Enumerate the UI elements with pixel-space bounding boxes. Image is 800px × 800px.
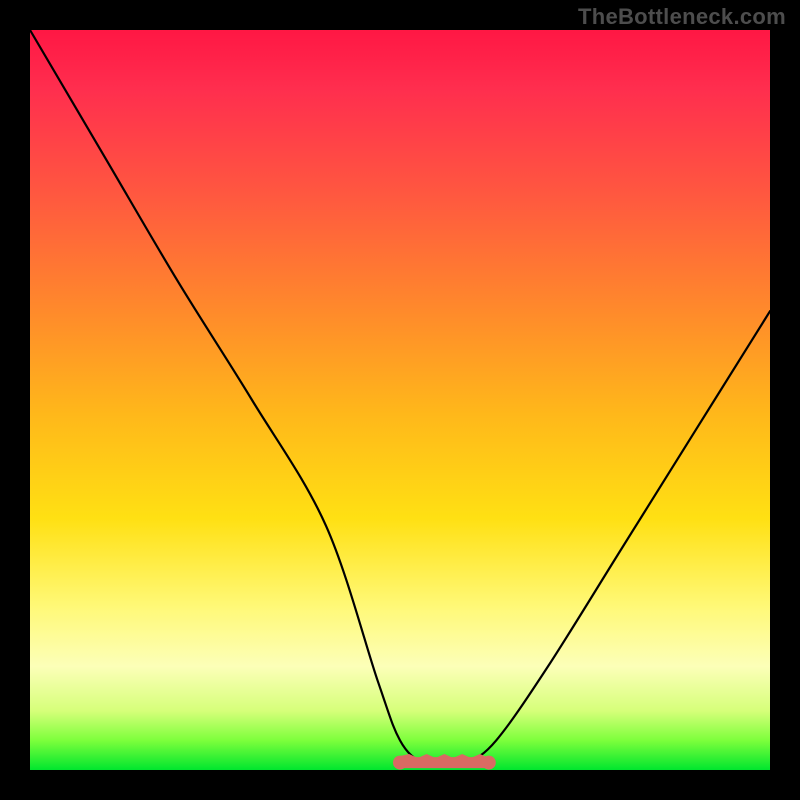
trough-cap-right	[482, 756, 496, 770]
bottleneck-curve	[30, 30, 770, 764]
watermark-text: TheBottleneck.com	[578, 4, 786, 30]
chart-frame: TheBottleneck.com	[0, 0, 800, 800]
plot-area	[30, 30, 770, 770]
trough-marker	[393, 756, 496, 770]
trough-cap-left	[393, 756, 407, 770]
curve-layer	[30, 30, 770, 770]
